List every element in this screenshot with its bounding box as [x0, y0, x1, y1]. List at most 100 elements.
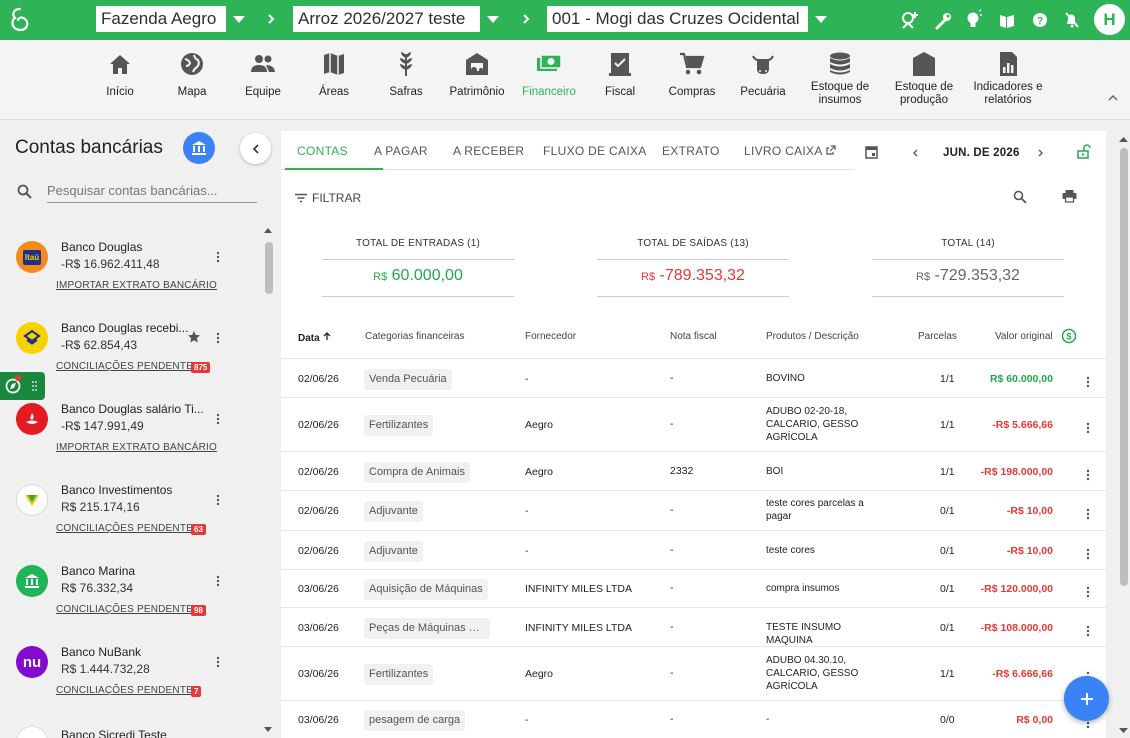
add-user-icon[interactable]: [900, 8, 920, 32]
filter-button[interactable]: FILTRAR: [294, 191, 361, 205]
import-statement-link[interactable]: IMPORTAR EXTRATO BANCÁRIO: [56, 442, 217, 453]
more-vert-icon[interactable]: [1086, 586, 1090, 598]
list-item[interactable]: Itaú Banco Douglas -R$ 16.962.411,48 IMP…: [0, 240, 260, 322]
chevron-left-icon[interactable]: [912, 149, 918, 157]
list-item[interactable]: Banco Douglas salário Ti... -R$ 147.991,…: [0, 402, 260, 484]
calendar-icon[interactable]: [865, 145, 878, 159]
chevron-right-icon[interactable]: [1038, 149, 1044, 157]
more-vert-icon[interactable]: [1086, 508, 1090, 520]
pending-reconciliations-link[interactable]: CONCILIAÇÕES PENDENTES: [56, 361, 200, 372]
col-produtos[interactable]: Produtos / Descrição: [766, 331, 859, 342]
col-valor-original[interactable]: Valor original: [995, 331, 1053, 342]
table-row[interactable]: 02/06/26 Compra de Animais Aegro 2332 BOI 1/1…: [281, 452, 1106, 491]
table-row[interactable]: 02/06/26 Adjuvante - - teste cores parcelas …: [281, 491, 1106, 531]
table-row[interactable]: 03/06/26 Aquisição de Máquinas INFINITY MI…: [281, 570, 1106, 608]
col-nota-fiscal[interactable]: Nota fiscal: [670, 331, 717, 342]
lock-open-icon[interactable]: [1077, 144, 1091, 159]
category-chip[interactable]: Adjuvante: [364, 541, 423, 562]
sidebar-scrollbar-thumb[interactable]: [265, 242, 273, 294]
star-icon[interactable]: [187, 330, 201, 344]
wrench-icon[interactable]: [934, 8, 952, 32]
tab-fluxo-de-caixa[interactable]: FLUXO DE CAIXA: [543, 144, 647, 158]
category-chip[interactable]: Venda Pecuária: [364, 369, 452, 390]
add-transaction-button[interactable]: [1064, 676, 1109, 721]
tab-livro-caixa[interactable]: LIVRO CAIXA: [744, 144, 836, 158]
nav-item-inicio[interactable]: Início: [80, 50, 160, 99]
col-parcelas[interactable]: Parcelas: [918, 331, 957, 342]
more-vert-icon[interactable]: [216, 575, 220, 587]
table-row[interactable]: 02/06/26 Fertilizantes Aegro - ADUBO 02-20-1…: [281, 398, 1106, 452]
pending-reconciliations-link[interactable]: CONCILIAÇÕES PENDENTES: [56, 604, 200, 615]
print-icon[interactable]: [1062, 189, 1077, 203]
category-chip[interactable]: Fertilizantes: [364, 664, 434, 685]
tab-a-pagar[interactable]: A PAGAR: [374, 144, 428, 158]
tab-extrato[interactable]: EXTRATO: [662, 144, 720, 158]
category-chip[interactable]: Compra de Animais: [364, 462, 470, 483]
nav-item-estoque-insumos[interactable]: Estoque de insumos: [800, 50, 880, 107]
more-vert-icon[interactable]: [1086, 422, 1090, 434]
more-vert-icon[interactable]: [216, 251, 220, 263]
harvest-select[interactable]: Arroz 2026/2027 teste: [292, 5, 506, 33]
sidebar-scrollbar[interactable]: [263, 225, 273, 735]
category-chip[interactable]: Fertilizantes: [364, 415, 434, 436]
nav-item-areas[interactable]: Áreas: [294, 50, 374, 99]
table-row[interactable]: 03/06/26 Fertilizantes Aegro - ADUBO 04.30.1…: [281, 647, 1106, 701]
farm-select[interactable]: Fazenda Aegro: [95, 5, 252, 33]
nav-item-indicadores[interactable]: Indicadores e relatórios: [968, 50, 1048, 107]
main-scrollbar-thumb[interactable]: [1120, 148, 1128, 586]
book-icon[interactable]: [998, 8, 1016, 32]
more-vert-icon[interactable]: [216, 332, 220, 344]
col-categorias[interactable]: Categorias financeiras: [365, 331, 465, 342]
search-input[interactable]: [47, 179, 257, 203]
nav-item-equipe[interactable]: Equipe: [223, 50, 303, 99]
pending-reconciliations-link[interactable]: CONCILIAÇÕES PENDENTES: [56, 523, 200, 534]
chevron-up-icon[interactable]: [1108, 94, 1118, 102]
notifications-off-icon[interactable]: [1063, 8, 1081, 32]
nav-item-mapa[interactable]: Mapa: [152, 50, 232, 99]
category-chip[interactable]: Aquisição de Máquinas: [364, 579, 488, 600]
user-avatar[interactable]: H: [1094, 4, 1125, 35]
nav-item-pecuaria[interactable]: Pecuária: [723, 50, 803, 99]
list-item[interactable]: Banco Sicredi Teste: [0, 726, 260, 738]
more-vert-icon[interactable]: [1086, 548, 1090, 560]
lightbulb-icon[interactable]: [965, 8, 983, 32]
category-chip[interactable]: Peças de Máquinas e Equipamentos: [364, 618, 490, 639]
table-row[interactable]: 02/06/26 Venda Pecuária - - BOVINO 1/1 R$ 60.0…: [281, 360, 1106, 398]
table-row[interactable]: 03/06/26 pesagem de carga - - - 0/0 R$ 0,00: [281, 701, 1106, 738]
more-vert-icon[interactable]: [216, 656, 220, 668]
more-vert-icon[interactable]: [216, 494, 220, 506]
nav-item-safras[interactable]: Safras: [366, 50, 446, 99]
aegro-logo-icon[interactable]: [9, 7, 31, 33]
list-item[interactable]: nu Banco NuBank R$ 1.444.732,28 CONCILIA…: [0, 645, 260, 727]
search-icon[interactable]: [1013, 190, 1027, 204]
chevron-down-icon[interactable]: [479, 6, 505, 32]
more-vert-icon[interactable]: [1086, 376, 1090, 388]
tab-a-receber[interactable]: A RECEBER: [453, 144, 524, 158]
tab-contas[interactable]: CONTAS: [297, 144, 348, 158]
table-row[interactable]: 02/06/26 Adjuvante - - teste cores 0/1 -R$ 10,…: [281, 531, 1106, 570]
pending-reconciliations-link[interactable]: CONCILIAÇÕES PENDENTES: [56, 685, 200, 696]
more-vert-icon[interactable]: [216, 413, 220, 425]
nav-item-fiscal[interactable]: Fiscal: [580, 50, 660, 99]
list-item[interactable]: Banco Marina R$ 76.332,34 CONCILIAÇÕES P…: [0, 564, 260, 646]
col-fornecedor[interactable]: Fornecedor: [525, 331, 576, 342]
currency-toggle-icon[interactable]: $: [1061, 328, 1077, 344]
import-statement-link[interactable]: IMPORTAR EXTRATO BANCÁRIO: [56, 280, 217, 291]
nav-item-compras[interactable]: Compras: [652, 50, 732, 99]
nav-item-patrimonio[interactable]: Patrimônio: [437, 50, 517, 99]
more-vert-icon[interactable]: [1086, 469, 1090, 481]
list-item[interactable]: Banco Investimentos R$ 215.174,16 CONCIL…: [0, 483, 260, 565]
collapse-sidebar-button[interactable]: [240, 133, 271, 164]
floating-widget[interactable]: [0, 372, 45, 400]
category-chip[interactable]: pesagem de carga: [364, 710, 466, 731]
chevron-down-icon[interactable]: [225, 6, 251, 32]
col-data[interactable]: Data: [298, 331, 332, 344]
chevron-down-icon[interactable]: [807, 6, 833, 32]
category-chip[interactable]: Adjuvante: [364, 501, 423, 522]
nav-item-financeiro[interactable]: Financeiro: [509, 50, 589, 99]
table-row[interactable]: 03/06/26 Peças de Máquinas e Equipamentos…: [281, 608, 1106, 647]
help-icon[interactable]: ?: [1031, 8, 1049, 32]
add-bank-account-button[interactable]: [183, 132, 215, 164]
nav-item-estoque-producao[interactable]: Estoque de produção: [884, 50, 964, 107]
unit-select[interactable]: 001 - Mogi das Cruzes Ocidental: [546, 5, 834, 33]
